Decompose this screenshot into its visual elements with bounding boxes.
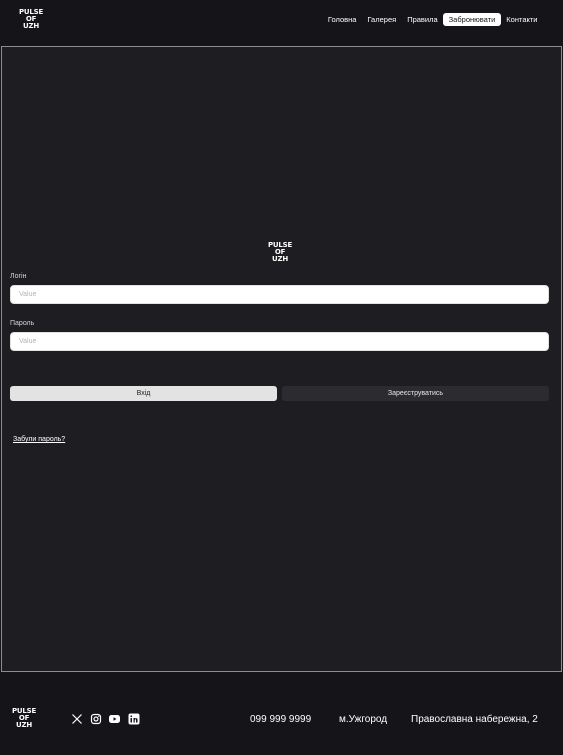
nav-item-home[interactable]: Головна xyxy=(322,13,362,26)
footer-logo[interactable]: PULSE OF UZH xyxy=(12,708,36,729)
login-label: Логін xyxy=(10,273,27,280)
logo-line-3: UZH xyxy=(271,255,289,263)
password-label: Пароль xyxy=(10,320,35,327)
main-nav: Головна Галерея Правила Забронювати Конт… xyxy=(322,13,543,26)
footer-address: Православна набережна, 2 xyxy=(411,714,538,725)
linkedin-icon[interactable] xyxy=(127,712,140,725)
forgot-password-link[interactable]: Забули пароль? xyxy=(13,436,65,443)
youtube-icon[interactable] xyxy=(108,712,121,725)
x-icon[interactable] xyxy=(70,712,83,725)
instagram-icon[interactable] xyxy=(89,712,102,725)
nav-item-rules[interactable]: Правила xyxy=(402,13,443,26)
header-logo[interactable]: PULSE OF UZH xyxy=(18,9,44,30)
password-input[interactable]: Value xyxy=(10,332,549,351)
logo-line-3: UZH xyxy=(22,22,40,30)
nav-item-contacts[interactable]: Контакти xyxy=(501,13,543,26)
footer-city: м.Ужгород xyxy=(339,714,388,725)
login-button[interactable]: Вхід xyxy=(10,386,277,401)
nav-item-booking[interactable]: Забронювати xyxy=(443,13,501,26)
panel-logo: PULSE OF UZH xyxy=(267,242,293,263)
register-button[interactable]: Зареєструватись xyxy=(282,386,549,401)
site-header: PULSE OF UZH Головна Галерея Правила Заб… xyxy=(0,0,563,42)
social-links xyxy=(70,712,140,725)
nav-item-gallery[interactable]: Галерея xyxy=(362,13,402,26)
login-panel: PULSE OF UZH Логін Value Пароль Value Вх… xyxy=(1,46,562,672)
footer-phone[interactable]: 099 999 9999 xyxy=(250,714,311,725)
logo-line-3: UZH xyxy=(15,721,33,729)
login-input[interactable]: Value xyxy=(10,285,549,304)
